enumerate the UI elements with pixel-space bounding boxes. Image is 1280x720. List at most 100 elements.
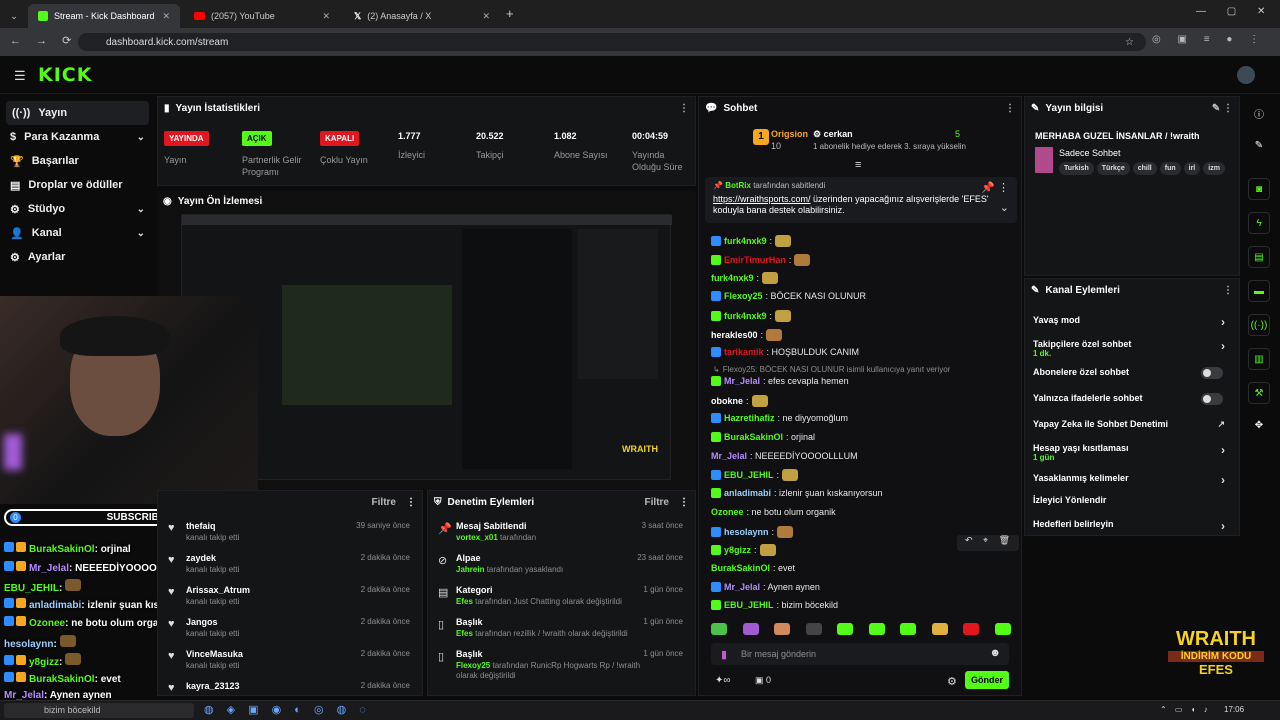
mod-user[interactable]: Flexoy25	[456, 661, 490, 670]
chat-username[interactable]: Flexoy25	[724, 291, 763, 301]
store-icon[interactable]: ▥	[1248, 348, 1270, 370]
chat-message[interactable]: BurakSakinOl: evet	[711, 563, 795, 573]
emote-icon[interactable]	[837, 623, 854, 635]
pinned-link[interactable]: https://wraithsports.com/	[713, 194, 811, 204]
emote-icon[interactable]	[805, 623, 822, 635]
chat-message[interactable]: EBU_JEHIL:	[711, 469, 799, 482]
chat-message[interactable]: furk4nxk9:	[711, 272, 779, 285]
chat-message[interactable]: tarikamik: HOŞBULDUK CANIM	[711, 347, 859, 358]
chat-input[interactable]: ▮ Bir mesaj gönderin ☻	[711, 643, 1009, 665]
chat-username[interactable]: BurakSakinOl	[711, 563, 770, 573]
chat-username[interactable]: hesolaynn	[724, 527, 769, 537]
menu-icon[interactable]: ☰	[14, 68, 26, 84]
mod-action-item[interactable]: ▯ Başlık Flexoy25 tarafından RunicRp Hogwa…	[428, 649, 695, 681]
tag-chip[interactable]: irl	[1183, 162, 1201, 175]
camera-icon[interactable]: ◙	[1248, 178, 1270, 200]
close-tab-icon[interactable]: ✕	[482, 11, 490, 22]
emote-icon[interactable]	[868, 623, 885, 635]
follower-item[interactable]: ♥ Arissax_Atrum kanalı takip etti 2 dakika …	[158, 585, 422, 606]
chevron-down-icon[interactable]: ⌄	[1000, 201, 1009, 214]
kick-logo[interactable]: KICK	[38, 64, 92, 86]
filter-button[interactable]: Filtre	[372, 497, 396, 508]
mod-action-item[interactable]: ⊘ Alpae Jahrein tarafından yasaklandı 23 sa…	[428, 553, 695, 575]
chat-username[interactable]: Ozonee	[711, 507, 744, 517]
more-options-icon[interactable]: ⋮	[1005, 103, 1015, 114]
chat-username[interactable]: furk4nxk9	[711, 273, 754, 283]
chat-username[interactable]: EBU_JEHIL	[724, 470, 774, 480]
chat-message[interactable]: EBU_JEHIL: bizim böcekild	[711, 600, 838, 611]
mod-user[interactable]: Efes	[456, 597, 473, 606]
leader-name[interactable]: Origsion	[771, 129, 808, 139]
chat-username[interactable]: anladimabi	[724, 488, 771, 498]
sidebar-item-droplar[interactable]: ▤ Droplar ve ödüller	[0, 173, 155, 197]
chat-username[interactable]: furk4nxk9	[724, 236, 767, 246]
chat-username[interactable]: Mr_Jelal	[724, 376, 760, 386]
more-options-icon[interactable]: ⋮	[679, 103, 689, 114]
broadcast-icon[interactable]: ((·))	[1248, 314, 1270, 336]
sparkle-icon[interactable]: ✥	[1248, 414, 1270, 436]
sidebar-item-kanal[interactable]: 👤 Kanal ⌄	[0, 221, 155, 245]
page-icon[interactable]: ▤	[1248, 246, 1270, 268]
address-bar[interactable]: dashboard.kick.com/stream ☆	[78, 33, 1146, 51]
more-options-icon[interactable]: ⋮	[998, 181, 1009, 194]
chat-message[interactable]: Mr_Jelal: Aynen aynen	[711, 581, 820, 592]
send-button[interactable]: Gönder	[965, 671, 1009, 689]
channel-action-row[interactable]: Yasaklanmış kelimeler ›	[1033, 473, 1227, 487]
channel-action-row[interactable]: Yalnızca ifadelerle sohbet	[1033, 393, 1227, 405]
avatar[interactable]	[1237, 66, 1255, 84]
tab-x[interactable]: 𝕏 (2) Anasayfa / X ✕	[344, 4, 500, 28]
chat-message[interactable]: y8gizz:	[711, 544, 776, 557]
pin-icon[interactable]: 📌	[981, 181, 995, 194]
info-icon[interactable]: ⓘ	[1248, 102, 1270, 124]
toggle-switch[interactable]	[1201, 367, 1223, 379]
chat-username[interactable]: y8gizz	[724, 545, 751, 555]
mod-action-item[interactable]: ▤ Kategori Efes tarafından Just Chatting o…	[428, 585, 695, 607]
more-options-icon[interactable]: ⋮	[679, 497, 689, 508]
close-tab-icon[interactable]: ✕	[322, 11, 330, 22]
chat-message[interactable]: Mr_Jelal: efes cevapla hemen	[711, 375, 849, 386]
channel-action-row[interactable]: Yapay Zeka ile Sohbet Denetimi ↗	[1033, 419, 1227, 429]
more-options-icon[interactable]: ⋮	[1223, 285, 1233, 296]
points-icon[interactable]: ✦∞	[715, 675, 731, 686]
channel-action-row[interactable]: İzleyici Yönlendir	[1033, 495, 1227, 505]
wrench-icon[interactable]: ⚒	[1248, 382, 1270, 404]
emoji-icon[interactable]: ☻	[989, 647, 1001, 659]
nav-buttons[interactable]: ← → ⟳	[10, 34, 71, 47]
chat-message[interactable]: herakles00:	[711, 328, 783, 341]
close-tab-icon[interactable]: ✕	[162, 11, 170, 22]
emote-icon[interactable]	[994, 623, 1011, 635]
channel-action-row[interactable]: Hedefleri belirleyin ›	[1033, 519, 1227, 533]
browser-extensions[interactable]: ◎ ▣ ≡ ● ⋮	[1152, 34, 1259, 45]
chat-message[interactable]: hesolaynn:	[711, 525, 794, 538]
channel-action-row[interactable]: Takipçilere özel sohbet 1 dk. ›	[1033, 339, 1227, 358]
chat-username[interactable]: furk4nxk9	[724, 311, 767, 321]
chat-message[interactable]: EmirTimurHan:	[711, 253, 811, 266]
chat-message[interactable]: Hazretihafiz: ne diyyomoğlum	[711, 413, 848, 424]
chat-message[interactable]: Flexoy25: BÖCEK NASI OLUNUR	[711, 291, 866, 302]
more-options-icon[interactable]: ⋮	[406, 497, 416, 508]
toggle-switch[interactable]	[1201, 393, 1223, 405]
filter-button[interactable]: Filtre	[645, 497, 669, 508]
chat-message[interactable]: Mr_Jelal: NEEEEDİYOOOOLLLUM	[711, 451, 858, 461]
follower-item[interactable]: ♥ thefaiq kanalı takip etti 39 saniye önce	[158, 521, 422, 542]
sidebar-item-basarilar[interactable]: 🏆 Başarılar	[0, 149, 155, 173]
chat-settings-icon[interactable]: ⚙	[947, 675, 957, 688]
chat-message[interactable]: furk4nxk9:	[711, 309, 792, 322]
chat-username[interactable]: herakles00	[711, 330, 758, 340]
tag-chip[interactable]: chill	[1132, 162, 1157, 175]
chat-username[interactable]: EmirTimurHan	[724, 255, 786, 265]
sidebar-item-studyo[interactable]: ⚙ Stüdyo ⌄	[0, 197, 155, 221]
message-icon[interactable]: ▬	[1248, 280, 1270, 302]
chat-message[interactable]: Ozonee: ne botu olum organik	[711, 507, 836, 517]
collapse-icon[interactable]: ≡	[855, 159, 861, 171]
mod-user[interactable]: Efes	[456, 629, 473, 638]
mod-user[interactable]: Jahrein	[456, 565, 484, 574]
mod-action-item[interactable]: ▯ Başlık Efes tarafından rezillik / !wrait…	[428, 617, 695, 639]
taskbar-apps[interactable]: ◍ ◈ ▣ ◉ ◐ ◎ ◍ ◌	[204, 703, 366, 716]
tag-chip[interactable]: Türkçe	[1096, 162, 1130, 175]
follower-item[interactable]: ♥ VinceMasuka kanalı takip etti 2 dakika ön…	[158, 649, 422, 670]
follower-item[interactable]: ♥ zaydek kanalı takip etti 2 dakika önce	[158, 553, 422, 574]
emote-icon[interactable]	[711, 623, 727, 635]
mod-user[interactable]: vortex_x01	[456, 533, 498, 542]
chat-username[interactable]: Mr_Jelal	[711, 451, 747, 461]
